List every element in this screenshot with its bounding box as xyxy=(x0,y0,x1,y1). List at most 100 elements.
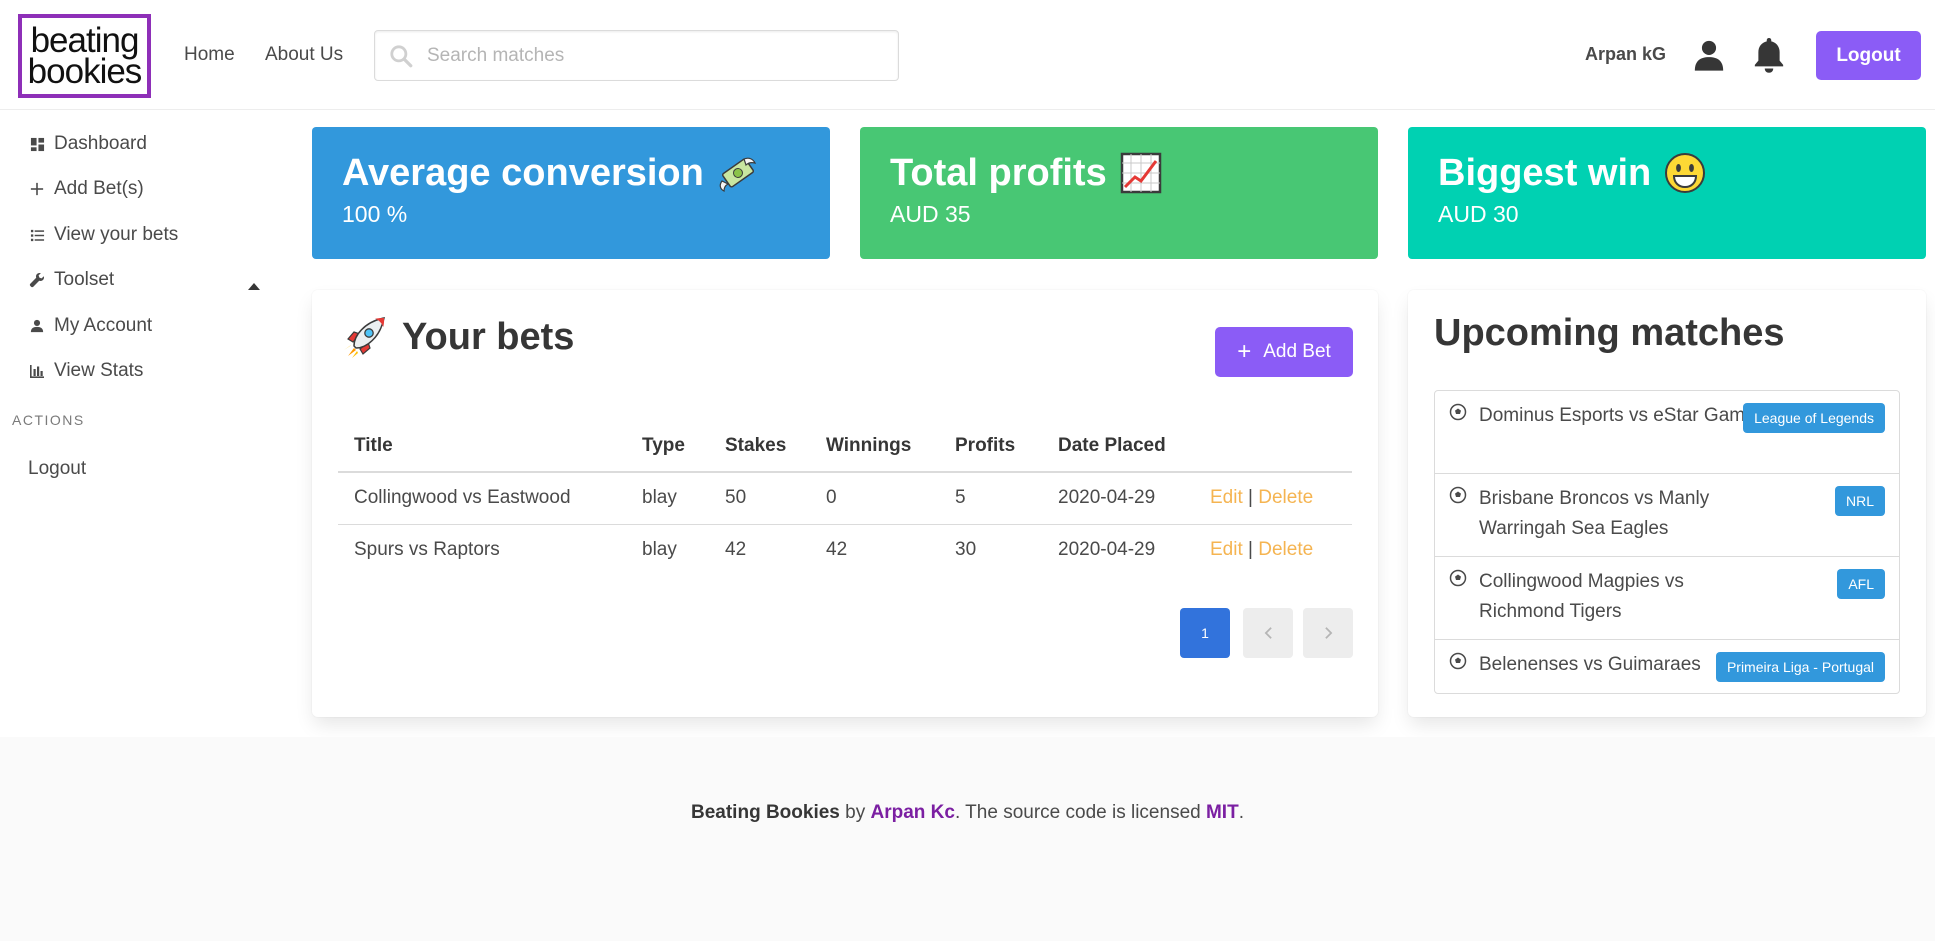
wrench-icon xyxy=(28,271,46,289)
top-navbar: beating bookies Home About Us Arpan kG L… xyxy=(0,0,1935,110)
bets-table: Title Type Stakes Winnings Profits Date … xyxy=(338,420,1352,576)
table-row: Collingwood vs Eastwood blay 50 0 5 2020… xyxy=(338,472,1352,525)
soccer-ball-icon xyxy=(1449,652,1467,670)
soccer-ball-icon xyxy=(1449,486,1467,504)
add-bet-button[interactable]: + Add Bet xyxy=(1215,327,1353,377)
match-name: Dominus Esports vs eStar Gaming xyxy=(1479,405,1771,426)
list-item[interactable]: Dominus Esports vs eStar Gaming League o… xyxy=(1435,391,1899,474)
bet-stakes-cell: 42 xyxy=(725,539,747,561)
stat-title: Total profits xyxy=(890,152,1107,194)
search-input[interactable] xyxy=(427,41,887,71)
stat-title: Average conversion xyxy=(342,152,704,194)
brand-logo-line2: bookies xyxy=(27,52,143,91)
league-tag: NRL xyxy=(1834,486,1885,516)
brand-logo[interactable]: beating bookies xyxy=(18,14,151,98)
league-tag: League of Legends xyxy=(1743,403,1885,433)
caret-up-icon[interactable] xyxy=(247,281,261,291)
bet-profits-cell: 5 xyxy=(939,472,1042,525)
column-header-profits: Profits xyxy=(939,420,1042,473)
action-separator: | xyxy=(1248,487,1253,509)
user-profile-icon[interactable] xyxy=(1692,38,1726,72)
column-header-actions xyxy=(1194,420,1352,473)
list-icon xyxy=(28,226,46,244)
logout-button[interactable]: Logout xyxy=(1816,31,1921,80)
footer-project-name: Beating Bookies xyxy=(691,802,840,823)
sidebar-item-logout[interactable]: Logout xyxy=(28,454,86,484)
sidebar-item-label: View Stats xyxy=(54,360,144,381)
league-tag: AFL xyxy=(1837,569,1885,599)
sidebar-item-add-bets[interactable]: Add Bet(s) xyxy=(28,174,144,204)
bet-winnings-cell: 0 xyxy=(810,472,939,525)
bet-title-cell: Collingwood vs Eastwood xyxy=(338,472,626,525)
stat-value: AUD 30 xyxy=(1438,201,1519,227)
nav-home-link[interactable]: Home xyxy=(184,44,235,66)
edit-bet-link[interactable]: Edit xyxy=(1210,539,1243,560)
nav-about-link[interactable]: About Us xyxy=(265,44,343,66)
footer-text: Beating Bookies by Arpan Kc. The source … xyxy=(0,802,1935,824)
edit-bet-link[interactable]: Edit xyxy=(1210,487,1243,508)
sidebar-item-toolset[interactable]: Toolset xyxy=(28,265,114,295)
search-box[interactable] xyxy=(374,30,899,81)
sidebar-item-my-account[interactable]: My Account xyxy=(28,311,152,341)
bet-title-cell: Spurs vs Raptors xyxy=(354,539,500,561)
stat-card-total-profits: Total profits AUD 35 xyxy=(860,127,1378,259)
stat-value: AUD 35 xyxy=(890,201,971,227)
bet-type-cell: blay xyxy=(626,472,709,525)
column-header-type: Type xyxy=(626,420,709,473)
footer-by: by xyxy=(839,802,871,823)
footer: Beating Bookies by Arpan Kc. The source … xyxy=(0,737,1935,941)
upcoming-matches-panel: Upcoming matches Dominus Esports vs eSta… xyxy=(1408,290,1926,717)
your-bets-panel: Your bets + Add Bet Title Type Stakes Wi… xyxy=(312,290,1378,717)
sidebar-item-label: My Account xyxy=(54,315,153,336)
list-item[interactable]: Collingwood Magpies vs Richmond Tigers A… xyxy=(1435,557,1899,640)
username-label: Arpan kG xyxy=(1585,44,1667,64)
bet-date-cell: 2020-04-29 xyxy=(1042,472,1194,525)
pagination-page-1[interactable]: 1 xyxy=(1180,608,1230,658)
column-header-title: Title xyxy=(338,420,626,473)
notification-bell-icon[interactable] xyxy=(1752,35,1786,75)
delete-bet-link[interactable]: Delete xyxy=(1258,487,1313,508)
table-header-row: Title Type Stakes Winnings Profits Date … xyxy=(338,420,1352,473)
add-bet-label: Add Bet xyxy=(1263,341,1331,362)
sidebar-item-view-stats[interactable]: View Stats xyxy=(28,356,143,386)
smiley-icon xyxy=(1665,153,1706,193)
footer-license-link[interactable]: MIT xyxy=(1206,802,1239,823)
column-header-date-placed: Date Placed xyxy=(1042,420,1194,473)
sidebar-item-dashboard[interactable]: Dashboard xyxy=(28,129,147,159)
chevron-right-icon xyxy=(1324,627,1332,639)
footer-author-link[interactable]: Arpan Kc xyxy=(871,802,955,823)
bet-actions-cell: Edit | Delete xyxy=(1194,524,1352,576)
bet-stakes-cell: 50 xyxy=(709,472,810,525)
stat-card-average-conversion: Average conversion 100 % xyxy=(312,127,830,259)
upcoming-matches-list: Dominus Esports vs eStar Gaming League o… xyxy=(1434,390,1900,694)
footer-end: . xyxy=(1238,802,1244,823)
rocket-icon xyxy=(344,317,385,358)
sidebar-item-view-bets[interactable]: View your bets xyxy=(28,220,178,250)
upcoming-matches-title: Upcoming matches xyxy=(1434,312,1785,354)
bet-type-cell: blay xyxy=(642,539,677,561)
plus-icon: + xyxy=(1237,338,1252,365)
delete-bet-link[interactable]: Delete xyxy=(1258,539,1313,560)
pagination-previous-button[interactable] xyxy=(1243,608,1293,658)
bet-winnings-cell: 42 xyxy=(826,539,848,561)
sidebar-item-label: Logout xyxy=(28,458,87,479)
plus-icon xyxy=(28,180,46,198)
column-header-stakes: Stakes xyxy=(709,420,810,473)
soccer-ball-icon xyxy=(1449,403,1467,421)
money-with-wings-icon xyxy=(719,157,756,192)
list-item[interactable]: Brisbane Broncos vs Manly Warringah Sea … xyxy=(1435,474,1899,557)
bet-actions-cell: Edit | Delete xyxy=(1194,472,1352,525)
list-item[interactable]: Belenenses vs Guimaraes Primeira Liga - … xyxy=(1435,640,1899,693)
bet-profits-cell: 30 xyxy=(955,539,977,561)
stat-card-biggest-win: Biggest win AUD 30 xyxy=(1408,127,1926,259)
chevron-left-icon xyxy=(1264,627,1272,639)
sidebar-section-actions: ACTIONS xyxy=(12,412,85,428)
league-tag: Primeira Liga - Portugal xyxy=(1715,652,1885,682)
bet-date-cell: 2020-04-29 xyxy=(1058,539,1156,561)
soccer-ball-icon xyxy=(1449,569,1467,587)
pagination-next-button[interactable] xyxy=(1303,608,1353,658)
column-header-winnings: Winnings xyxy=(810,420,939,473)
footer-mid-text: . The source code is licensed xyxy=(954,802,1206,823)
sidebar-item-label: View your bets xyxy=(54,224,179,245)
stat-title: Biggest win xyxy=(1438,152,1652,194)
